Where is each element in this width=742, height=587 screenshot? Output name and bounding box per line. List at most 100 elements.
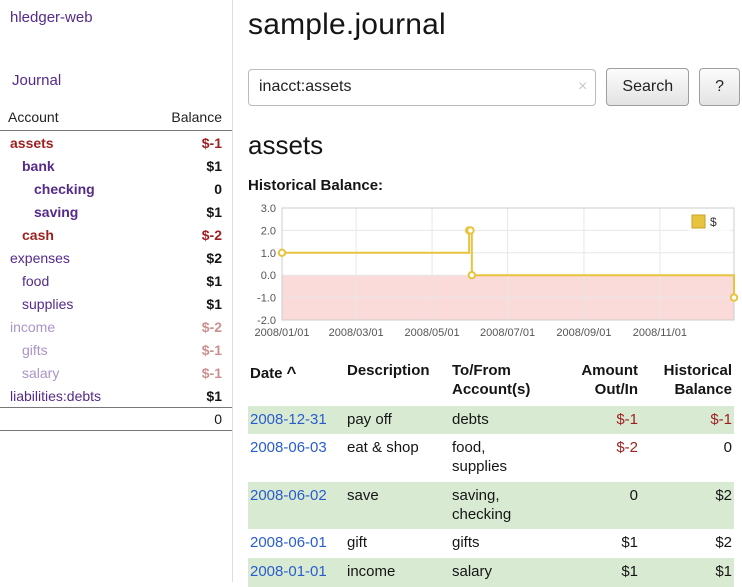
account-link-salary[interactable]: salary	[0, 365, 59, 381]
svg-text:0.0: 0.0	[261, 270, 276, 282]
register-row: 2008-06-01 giftgifts$1$2	[248, 529, 734, 558]
account-link-bank[interactable]: bank	[0, 158, 55, 174]
register-row: 2008-01-01incomesalary$1$1	[248, 558, 734, 587]
amount-cell: 0	[548, 482, 640, 530]
col-header-label: To/From Account(s)	[452, 362, 530, 398]
col-header-label: Description	[347, 362, 430, 379]
svg-text:2008/05/01: 2008/05/01	[405, 327, 460, 339]
svg-text:2008/09/01: 2008/09/01	[556, 327, 611, 339]
sidebar: hledger-web Journal Account Balance asse…	[0, 0, 233, 582]
description-cell: gift	[345, 529, 450, 558]
balance-cell: $2	[640, 482, 734, 530]
accounts-cell: debts	[450, 406, 548, 435]
account-row: salary $-1	[0, 361, 232, 384]
clear-search-icon[interactable]: ×	[578, 78, 587, 96]
svg-text:-1.0: -1.0	[257, 293, 276, 305]
col-header-amount-out-in: Amount Out/In	[548, 360, 640, 406]
description-cell: pay off	[345, 406, 450, 435]
svg-text:2008/03/01: 2008/03/01	[329, 327, 384, 339]
date-cell: 2008-06-02	[248, 482, 345, 530]
account-link-income[interactable]: income	[0, 319, 55, 335]
accounts-table-header: Account Balance	[0, 104, 232, 131]
svg-text:2008/01/01: 2008/01/01	[254, 327, 309, 339]
svg-text:2008/11/01: 2008/11/01	[633, 327, 687, 339]
account-balance: $1	[206, 296, 222, 312]
app-title-link[interactable]: hledger-web	[0, 9, 232, 26]
account-link-gifts[interactable]: gifts	[0, 342, 48, 358]
date-cell: 2008-01-01	[248, 558, 345, 587]
date-cell: 2008-06-01	[248, 529, 345, 558]
search-bar: × Search ?	[248, 68, 740, 106]
account-balance: $-2	[202, 227, 222, 243]
svg-text:1.0: 1.0	[261, 248, 276, 260]
col-header-date[interactable]: Date^	[248, 360, 345, 406]
amount-cell: $1	[548, 558, 640, 587]
date-cell: 2008-12-31	[248, 406, 345, 435]
account-balance: $-1	[202, 135, 222, 151]
account-row: assets $-1	[0, 131, 232, 154]
account-balance: $1	[206, 204, 222, 220]
account-row: cash $-2	[0, 223, 232, 246]
accounts-cell: salary	[450, 558, 548, 587]
description-cell: eat & shop	[345, 434, 450, 482]
register-table: Date^Description To/From Account(s) Amount…	[248, 360, 734, 587]
transaction-date-link[interactable]: 2008-12-31	[250, 411, 327, 428]
transaction-date-link[interactable]: 2008-06-01	[250, 534, 327, 551]
transaction-date-link[interactable]: 2008-01-01	[250, 563, 327, 580]
transaction-date-link[interactable]: 2008-06-02	[250, 487, 327, 504]
nav-journal-link[interactable]: Journal	[0, 72, 232, 89]
accounts-cell: food, supplies	[450, 434, 548, 482]
col-header-label: Historical Balance	[664, 362, 732, 398]
account-balance: $-1	[202, 365, 222, 381]
col-header-description: Description	[345, 360, 450, 406]
svg-text:3.0: 3.0	[261, 203, 276, 215]
svg-text:-2.0: -2.0	[257, 315, 276, 327]
section-title: assets	[248, 130, 740, 161]
balance-cell: $-1	[640, 406, 734, 435]
search-field-wrap: ×	[248, 69, 596, 106]
account-row: food $1	[0, 269, 232, 292]
col-header-label: Amount Out/In	[581, 362, 638, 398]
amount-cell: $-2	[548, 434, 640, 482]
account-link-liabilities-debts[interactable]: liabilities:debts	[0, 388, 101, 404]
account-link-saving[interactable]: saving	[0, 204, 78, 220]
account-link-cash[interactable]: cash	[0, 227, 54, 243]
account-balance: $-2	[202, 319, 222, 335]
account-link-supplies[interactable]: supplies	[0, 296, 73, 312]
register-header-row: Date^Description To/From Account(s) Amount…	[248, 360, 734, 406]
help-button[interactable]: ?	[699, 68, 740, 106]
register-row: 2008-12-31pay offdebts$-1$-1	[248, 406, 734, 435]
account-balance: $-1	[202, 342, 222, 358]
accounts-total: 0	[0, 407, 232, 431]
account-row: gifts $-1	[0, 338, 232, 361]
accounts-col-balance: Balance	[171, 109, 222, 125]
account-link-expenses[interactable]: expenses	[0, 250, 70, 266]
account-row: supplies $1	[0, 292, 232, 315]
amount-cell: $-1	[548, 406, 640, 435]
account-balance: $1	[206, 388, 222, 404]
description-cell: income	[345, 558, 450, 587]
accounts-cell: gifts	[450, 529, 548, 558]
svg-text:2.0: 2.0	[261, 225, 276, 237]
account-balance: $1	[206, 273, 222, 289]
account-row: income $-2	[0, 315, 232, 338]
amount-cell: $1	[548, 529, 640, 558]
account-row: checking 0	[0, 177, 232, 200]
col-header-to-from-account-s-: To/From Account(s)	[450, 360, 548, 406]
transaction-date-link[interactable]: 2008-06-03	[250, 439, 327, 456]
account-balance: $1	[206, 158, 222, 174]
balance-cell: $2	[640, 529, 734, 558]
sort-ascending-icon: ^	[287, 363, 297, 382]
account-row: bank $1	[0, 154, 232, 177]
account-link-checking[interactable]: checking	[0, 181, 95, 197]
account-link-food[interactable]: food	[0, 273, 49, 289]
balance-cell: 0	[640, 434, 734, 482]
register-row: 2008-06-02savesaving, checking0$2	[248, 482, 734, 530]
col-header-historical-balance: Historical Balance	[640, 360, 734, 406]
account-link-assets[interactable]: assets	[0, 135, 54, 151]
account-balance: 0	[214, 181, 222, 197]
account-row: saving $1	[0, 200, 232, 223]
account-balance: $2	[206, 250, 222, 266]
search-input[interactable]	[248, 69, 596, 106]
search-button[interactable]: Search	[606, 68, 689, 106]
